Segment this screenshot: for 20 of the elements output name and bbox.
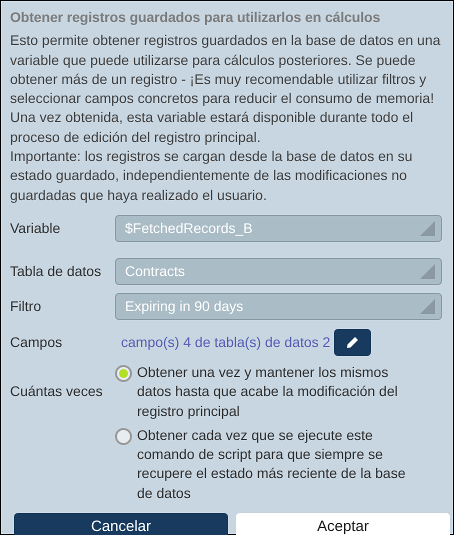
dropdown-corner-icon [420, 299, 435, 314]
dropdown-corner-icon [420, 264, 435, 280]
radio-button[interactable] [115, 364, 132, 382]
radio-label[interactable]: Obtener una vez y mantener los mismos datos hasta que acabe la modificación del registro principal [137, 362, 415, 421]
field-label: Cuántas veces [10, 382, 104, 402]
edit-button[interactable] [334, 329, 372, 356]
cancel-button[interactable]: Cancelar [14, 513, 228, 535]
fields-link[interactable]: campo(s) 4 de tabla(s) de datos 2 [121, 333, 330, 353]
field-label: Filtro [10, 297, 42, 316]
radio-label[interactable]: Obtener cada vez que se ejecute este comando de script para que siempre se recupere el estado más reciente de la base de datos [137, 426, 415, 504]
radio-button[interactable] [115, 428, 132, 445]
accept-button[interactable]: Aceptar [236, 513, 450, 535]
field-label: Tabla de datos [10, 262, 102, 282]
dialog-title: Obtener registros guardados para utilizarlos en cálculos [10, 8, 382, 27]
description-text: Esto permite obtener registros guardados en la base de datos en una variable que puede utilizarse para cálculos posteriores. Se puede obtener más de un registro - ¡Es muy recomendable utilizar filtros y seleccionar campos concretos para reducir el consumo de memoria! Una vez obtenida, esta variable estará disponible durante todo el proceso de edición del registro principal. [10, 31, 442, 147]
pencil-icon [346, 336, 360, 350]
field-label: Variable [10, 219, 62, 238]
field-label: Campos [10, 333, 64, 352]
dropdown-corner-icon [420, 221, 435, 236]
description-text: Importante: los registros se cargan desde la base de datos en su estado guardado, independientemente de las modificaciones no guardadas que haya realizado el usuario. [10, 147, 414, 205]
